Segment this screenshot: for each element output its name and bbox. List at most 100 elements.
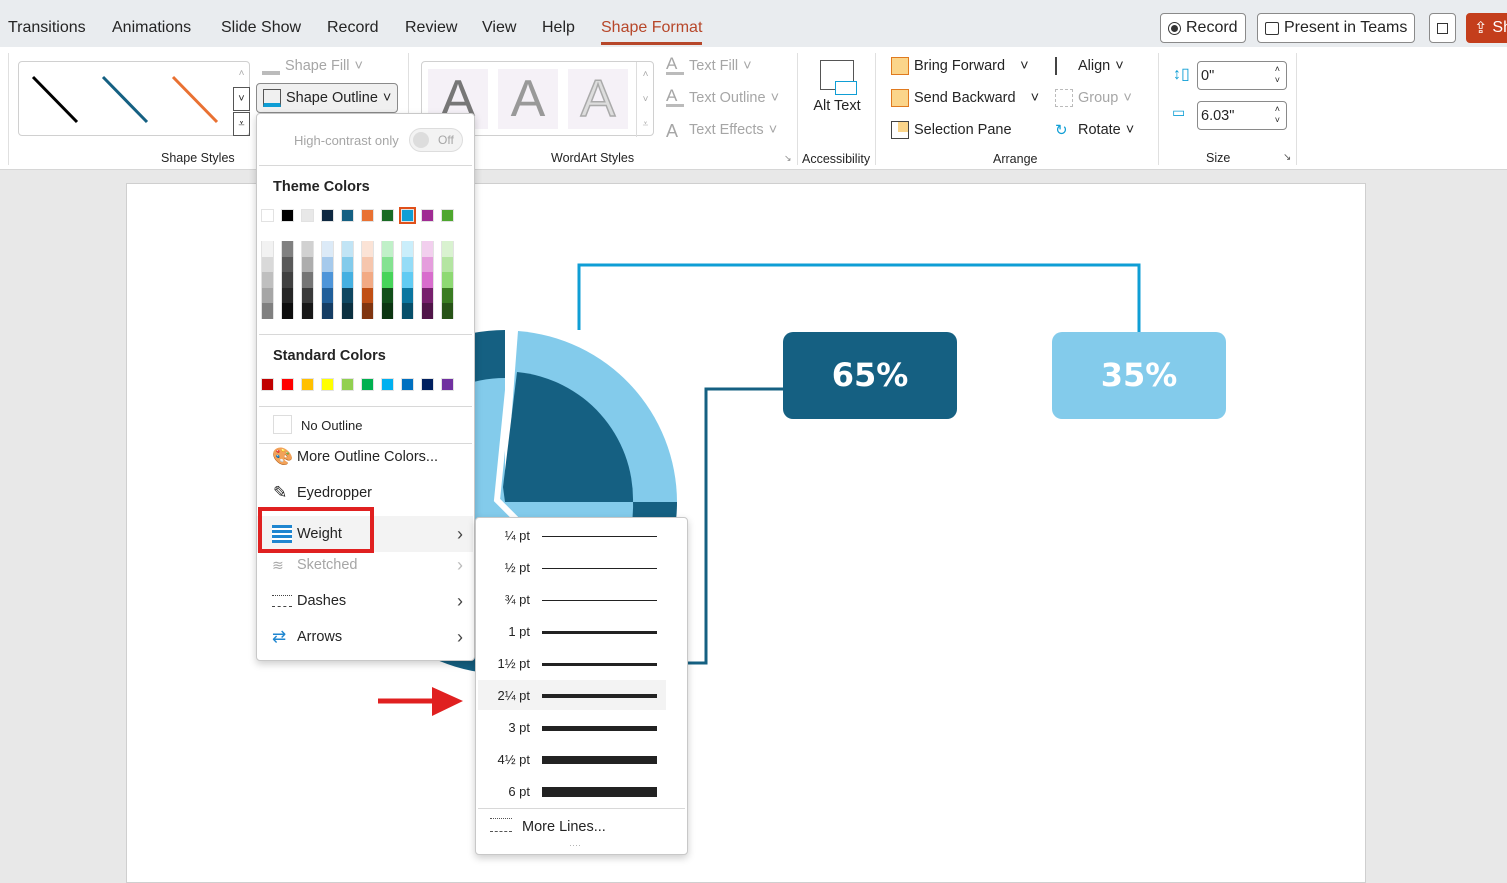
theme-shade-swatch[interactable] [261,287,274,303]
no-outline-item[interactable]: No Outline [257,408,473,442]
sketched-item[interactable]: ≋ Sketched › [257,548,473,582]
dashes-item[interactable]: Dashes › [257,584,473,618]
theme-shade-swatch[interactable] [401,256,414,272]
theme-shade-swatch[interactable] [421,303,434,319]
theme-shade-swatch[interactable] [361,303,374,319]
theme-shade-swatch[interactable] [321,303,334,319]
theme-shade-swatch[interactable] [321,272,334,288]
standard-color-swatch[interactable] [401,378,414,391]
theme-shade-swatch[interactable] [381,256,394,272]
red-arrow-head [432,687,463,716]
theme-shade-swatch[interactable] [321,241,334,257]
percent-box-65[interactable]: 65% [783,332,957,419]
theme-shade-swatch[interactable] [301,287,314,303]
theme-shade-swatch[interactable] [321,287,334,303]
theme-color-swatch[interactable] [399,207,416,224]
standard-color-swatch[interactable] [441,378,454,391]
theme-shade-swatch[interactable] [381,287,394,303]
theme-shade-swatch[interactable] [341,256,354,272]
theme-shade-swatch[interactable] [281,241,294,257]
theme-shade-swatch[interactable] [361,272,374,288]
standard-color-swatch[interactable] [261,378,274,391]
theme-color-swatch[interactable] [261,209,274,222]
weight-option-label: 4½ pt [497,752,530,767]
standard-color-swatch[interactable] [361,378,374,391]
standard-color-swatch[interactable] [381,378,394,391]
theme-shade-swatch[interactable] [301,241,314,257]
weight-option[interactable]: 2¼ pt [478,680,666,710]
more-outline-colors-item[interactable]: 🎨 More Outline Colors... [257,440,473,474]
theme-color-swatch[interactable] [281,209,294,222]
more-lines-item[interactable]: More Lines... [522,819,606,835]
theme-shade-swatch[interactable] [401,272,414,288]
theme-shade-swatch[interactable] [261,241,274,257]
theme-shade-swatch[interactable] [301,256,314,272]
weight-option[interactable]: ¼ pt [478,520,666,550]
standard-color-swatch[interactable] [301,378,314,391]
theme-shade-swatch[interactable] [361,287,374,303]
standard-color-swatch[interactable] [321,378,334,391]
theme-shade-swatch[interactable] [281,272,294,288]
theme-shade-swatch[interactable] [321,256,334,272]
high-contrast-toggle[interactable]: Off [409,128,463,152]
weight-highlight-box [258,507,374,553]
theme-shade-swatch[interactable] [441,272,454,288]
theme-shade-swatch[interactable] [421,241,434,257]
theme-shade-swatch[interactable] [441,241,454,257]
weight-option[interactable]: ¾ pt [478,584,666,614]
theme-shade-swatch[interactable] [281,303,294,319]
theme-shade-swatch[interactable] [421,287,434,303]
theme-shade-swatch[interactable] [261,303,274,319]
weight-line-preview [542,535,657,537]
weight-option[interactable]: 1 pt [478,616,666,646]
theme-shade-swatch[interactable] [401,241,414,257]
theme-color-swatch[interactable] [301,209,314,222]
theme-shade-swatch[interactable] [381,272,394,288]
theme-shade-swatch[interactable] [341,272,354,288]
theme-color-swatch[interactable] [441,209,454,222]
theme-shade-swatch[interactable] [341,303,354,319]
theme-shade-swatch[interactable] [441,303,454,319]
theme-shade-swatch[interactable] [341,287,354,303]
theme-shade-swatch[interactable] [421,256,434,272]
weight-line-preview [542,787,657,797]
weight-option-label: 2¼ pt [497,688,530,703]
standard-color-swatch[interactable] [341,378,354,391]
weight-option-label: 6 pt [508,784,530,799]
theme-shade-swatch[interactable] [361,256,374,272]
theme-shade-swatch[interactable] [441,256,454,272]
theme-color-swatch[interactable] [381,209,394,222]
theme-shade-swatch[interactable] [381,303,394,319]
theme-shade-swatch[interactable] [381,241,394,257]
theme-shade-swatch[interactable] [421,272,434,288]
theme-shade-swatch[interactable] [341,241,354,257]
arrows-item[interactable]: ⇄ Arrows › [257,620,473,654]
standard-color-swatch[interactable] [421,378,434,391]
weight-option[interactable]: 1½ pt [478,648,666,678]
resize-grip[interactable]: ···· [569,840,581,850]
theme-shade-swatch[interactable] [281,256,294,272]
percent-box-35[interactable]: 35% [1052,332,1226,419]
theme-shade-swatch[interactable] [301,272,314,288]
theme-shade-swatch[interactable] [261,272,274,288]
theme-shade-swatch[interactable] [301,303,314,319]
weight-line-preview [542,694,657,698]
weight-option[interactable]: ½ pt [478,552,666,582]
theme-shade-swatch[interactable] [401,287,414,303]
theme-color-swatch[interactable] [341,209,354,222]
theme-shade-swatch[interactable] [441,287,454,303]
weight-option[interactable]: 6 pt [478,776,666,806]
theme-color-swatch[interactable] [421,209,434,222]
weight-option[interactable]: 4½ pt [478,744,666,774]
slide-graphics [333,263,1141,716]
theme-color-swatch[interactable] [361,209,374,222]
weight-option[interactable]: 3 pt [478,712,666,742]
theme-shade-swatch[interactable] [401,303,414,319]
theme-shade-swatch[interactable] [361,241,374,257]
theme-shade-swatch[interactable] [281,287,294,303]
theme-color-swatch[interactable] [321,209,334,222]
eyedropper-item[interactable]: ✎ Eyedropper [257,476,473,510]
standard-color-swatch[interactable] [281,378,294,391]
theme-shade-swatch[interactable] [261,256,274,272]
arrows-icon: ⇄ [272,627,287,646]
